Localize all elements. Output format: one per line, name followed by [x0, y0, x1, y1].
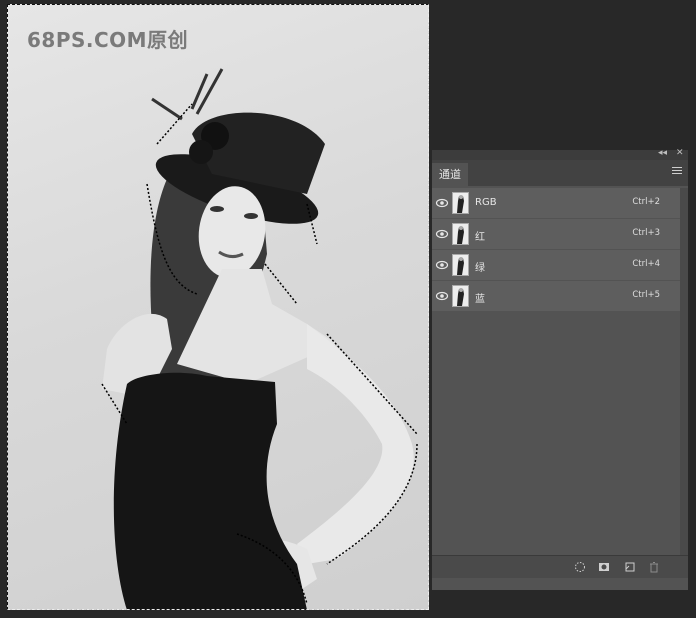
channel-row-rgb[interactable]: RGB Ctrl+2 — [432, 188, 680, 218]
channel-thumbnail — [452, 285, 469, 307]
channel-name: 蓝 — [475, 294, 485, 305]
channel-thumbnail — [452, 254, 469, 276]
channel-thumbnail — [452, 192, 469, 214]
channels-panel: ◂◂ ✕ 通道 RGB Ctrl+2 红 Ctrl+3 绿 Ctrl+4 蓝 C… — [432, 148, 688, 590]
channel-row-blue[interactable]: 蓝 Ctrl+5 — [432, 281, 680, 311]
panel-menu-icon[interactable] — [672, 167, 682, 177]
load-selection-icon[interactable] — [574, 561, 586, 573]
panel-footer — [432, 555, 688, 578]
channel-row-red[interactable]: 红 Ctrl+3 — [432, 219, 680, 249]
visibility-eye-icon[interactable] — [435, 258, 449, 272]
visibility-eye-icon[interactable] — [435, 289, 449, 303]
close-icon[interactable]: ✕ — [676, 148, 684, 158]
channel-shortcut: Ctrl+3 — [632, 228, 660, 238]
channel-name: 红 — [475, 232, 485, 243]
watermark-text: 68PS.COM原创 — [27, 28, 189, 52]
panel-tab-bar: 通道 — [432, 160, 688, 186]
save-selection-icon[interactable] — [598, 561, 610, 573]
panel-title-bar[interactable]: ◂◂ ✕ — [432, 148, 688, 160]
channel-shortcut: Ctrl+2 — [632, 197, 660, 207]
channel-name: RGB — [475, 197, 497, 208]
channel-shortcut: Ctrl+4 — [632, 259, 660, 269]
tab-channels[interactable]: 通道 — [432, 163, 468, 186]
visibility-eye-icon[interactable] — [435, 196, 449, 210]
channel-row-green[interactable]: 绿 Ctrl+4 — [432, 250, 680, 280]
channel-thumbnail — [452, 223, 469, 245]
visibility-eye-icon[interactable] — [435, 227, 449, 241]
panel-scrollbar[interactable] — [680, 188, 688, 568]
channel-list: RGB Ctrl+2 红 Ctrl+3 绿 Ctrl+4 蓝 Ctrl+5 — [432, 188, 680, 312]
collapse-icon[interactable]: ◂◂ — [658, 148, 667, 158]
new-channel-icon[interactable] — [624, 561, 636, 573]
portrait-image — [101, 68, 418, 610]
document-canvas[interactable]: 68PS.COM原创 — [7, 4, 429, 610]
channel-name: 绿 — [475, 263, 485, 274]
channel-shortcut: Ctrl+5 — [632, 290, 660, 300]
trash-icon[interactable] — [648, 561, 660, 573]
